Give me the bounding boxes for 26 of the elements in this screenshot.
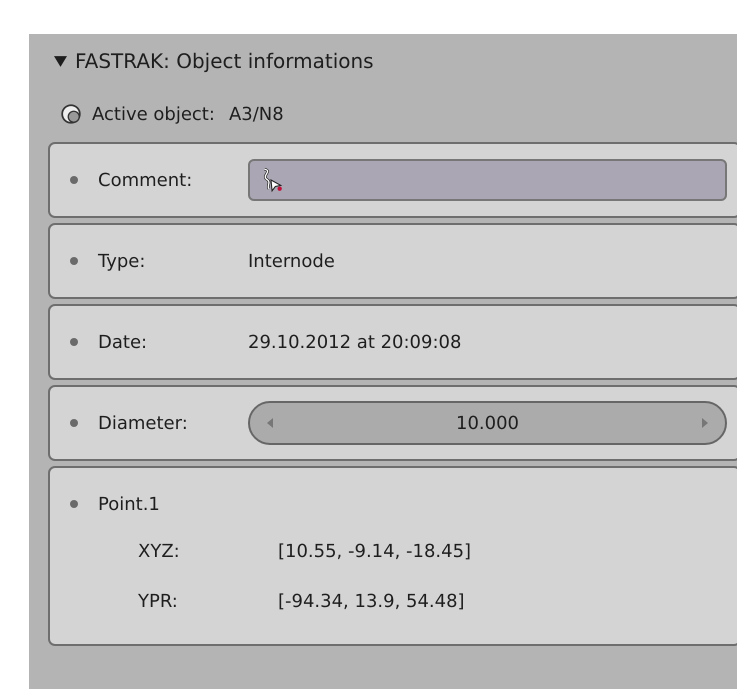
active-object-value: A3/N8 [228, 104, 284, 124]
bullet-icon [70, 419, 78, 427]
bullet-icon [70, 500, 78, 508]
panel-header[interactable]: FASTRAK: Object informations [48, 42, 737, 80]
property-value: 29.10.2012 at 20:09:08 [248, 332, 462, 352]
coordinate-value: [10.55, -9.14, -18.45] [278, 540, 472, 562]
object-icon [60, 103, 82, 125]
comment-field[interactable] [248, 159, 727, 201]
property-label: Type: [98, 250, 146, 272]
expand-triangle-icon[interactable] [54, 54, 67, 68]
bullet-icon [70, 176, 78, 184]
property-label: Point.1 [98, 494, 161, 514]
left-arrow-icon[interactable] [266, 418, 274, 428]
number-field[interactable]: 10.000 [248, 401, 727, 445]
bullet-icon [70, 338, 78, 346]
panel-title: FASTRAK: Object informations [75, 49, 374, 73]
property-value: Internode [248, 250, 335, 272]
right-arrow-icon[interactable] [700, 418, 709, 428]
coordinate-value: [-94.34, 13.9, 54.48] [278, 590, 465, 612]
property-label: Comment: [98, 170, 194, 190]
bullet-icon [70, 257, 78, 265]
active-object-label: Active object: [92, 104, 215, 124]
coordinate-label: YPR: [138, 590, 179, 612]
property-label: Diameter: [98, 412, 189, 434]
coordinate-label: XYZ: [138, 540, 181, 562]
property-label: Date: [98, 332, 148, 352]
